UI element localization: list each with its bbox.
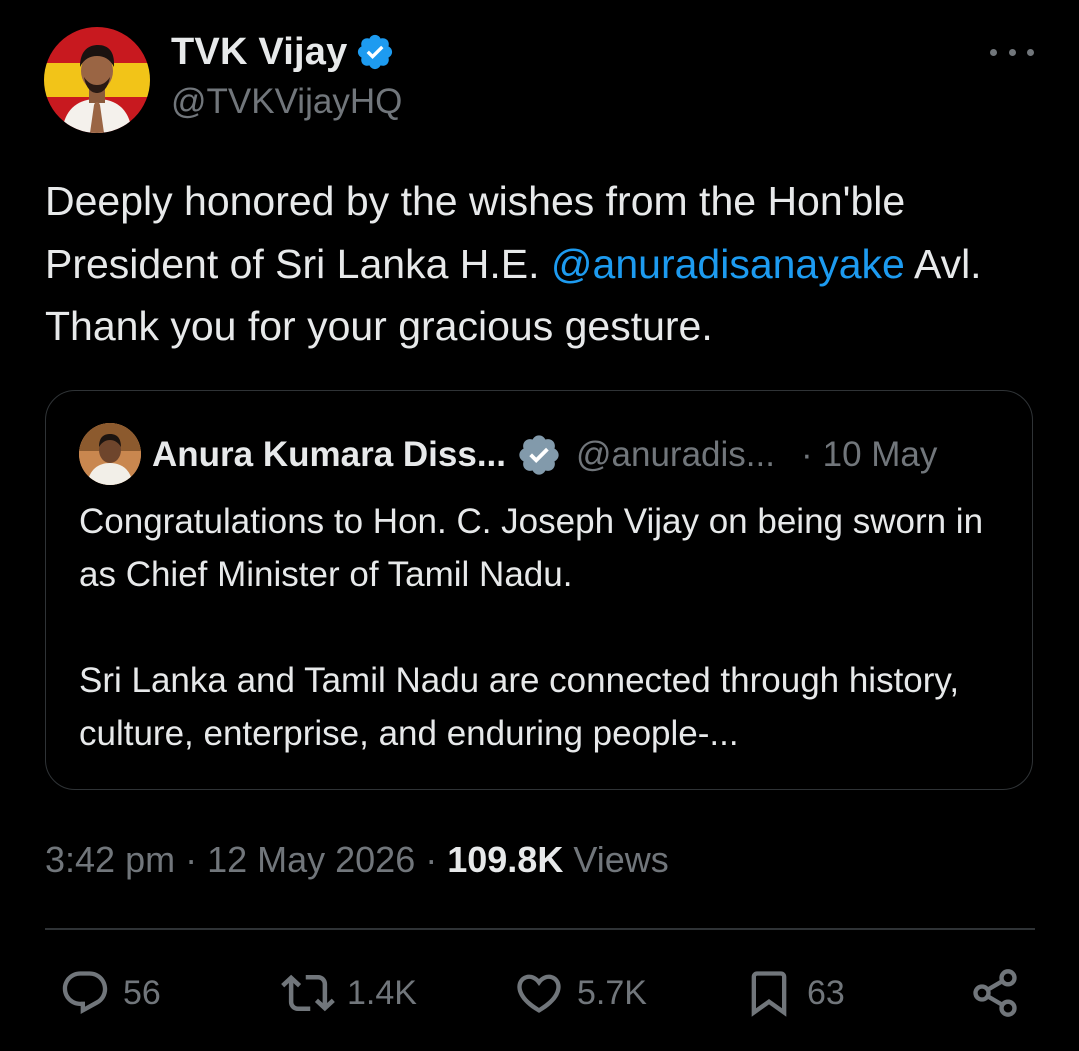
like-count: 5.7K [577, 973, 647, 1012]
reply-icon [62, 971, 108, 1015]
more-dot [990, 48, 997, 56]
tweet-text: Deeply honored by the wishes from the Ho… [45, 170, 1035, 358]
more-dot [1008, 48, 1016, 56]
repost-icon [281, 974, 335, 1012]
author-name-row[interactable]: TVK Vijay [171, 30, 395, 74]
tweet-date[interactable]: 12 May 2026 [207, 839, 415, 881]
more-dot [1027, 48, 1034, 56]
quote-separator: · [800, 435, 813, 474]
tweet-detail: TVK Vijay @TVKVijayHQ Deeply honored by … [0, 0, 1079, 1051]
quoted-tweet-card[interactable]: Anura Kumara Diss... @anuradis... · 10 M… [45, 390, 1033, 790]
repost-count: 1.4K [347, 973, 417, 1012]
author-handle[interactable]: @TVKVijayHQ [171, 82, 402, 122]
heart-icon [517, 974, 561, 1013]
quote-header: Anura Kumara Diss... @anuradis... · 10 M… [152, 429, 937, 481]
tweet-meta: 3:42 pm · 12 May 2026 · 109.8K Views [45, 834, 669, 886]
views-label: Views [573, 839, 669, 880]
divider [45, 928, 1035, 930]
verified-badge-icon[interactable] [355, 32, 395, 72]
bookmark-count: 63 [807, 973, 845, 1012]
share-icon [973, 969, 1017, 1017]
views-count[interactable]: 109.8K [447, 839, 563, 881]
quote-author-avatar[interactable] [79, 423, 141, 485]
quote-author-handle[interactable]: @anuradis... [576, 435, 775, 475]
author-avatar[interactable] [44, 27, 150, 133]
meta-separator: · [425, 839, 438, 880]
quote-author-name[interactable]: Anura Kumara Diss... [152, 435, 506, 475]
action-bar: 56 1.4K 5.7K 63 [45, 962, 1035, 1024]
bookmark-icon [751, 971, 787, 1017]
author-display-name[interactable]: TVK Vijay [171, 31, 347, 74]
tweet-time[interactable]: 3:42 pm [45, 839, 175, 881]
quote-date[interactable]: 10 May [823, 435, 938, 475]
quote-avatar-image [79, 423, 141, 485]
gray-verified-badge-icon[interactable] [516, 432, 562, 478]
like-button[interactable]: 5.7K [513, 962, 647, 1024]
bookmark-button[interactable]: 63 [743, 962, 845, 1024]
meta-separator: · [185, 839, 198, 880]
avatar-person-image [62, 45, 132, 133]
repost-button[interactable]: 1.4K [281, 962, 417, 1024]
more-options-icon[interactable] [990, 40, 1034, 64]
share-button[interactable] [969, 962, 1021, 1024]
reply-button[interactable]: 56 [59, 962, 161, 1024]
quote-text: Congratulations to Hon. C. Joseph Vijay … [79, 502, 984, 753]
reply-count: 56 [123, 973, 161, 1012]
mention-link[interactable]: @anuradisanayake [551, 241, 905, 287]
